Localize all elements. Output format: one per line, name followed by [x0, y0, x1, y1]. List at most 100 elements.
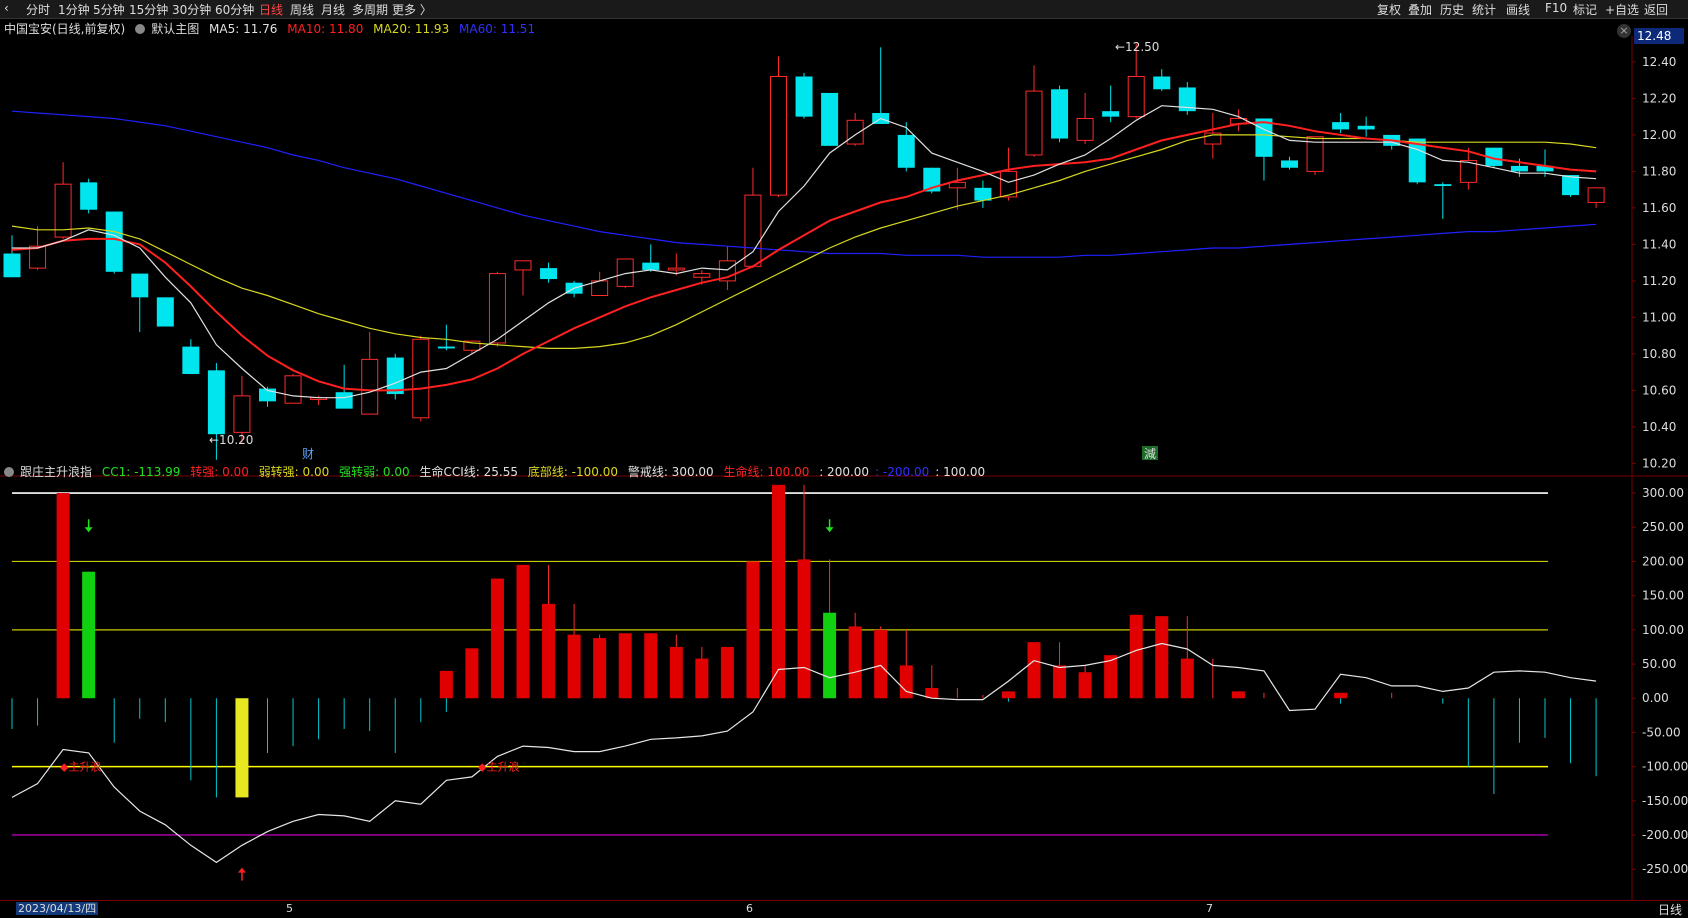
toolbar-right-item-0[interactable]: 复权 [1377, 1, 1401, 18]
ma20-label: MA20: 11.93 [373, 22, 450, 36]
indicator-header: 跟庄主升浪指 CC1: -113.99 转强: 0.00 弱转强: 0.00 强… [0, 463, 991, 479]
month-label-6: 6 [746, 902, 753, 915]
ind-tick-label: 200.00 [1642, 554, 1684, 568]
stock-title[interactable]: 中国宝安(日线,前复权) [4, 22, 125, 36]
toolbar-right-item-3[interactable]: 统计 [1472, 1, 1496, 18]
chevron-left-icon[interactable]: ‹ [4, 1, 9, 15]
candle-body [974, 187, 992, 201]
candle-body [1587, 187, 1605, 203]
signal-bar [797, 559, 811, 699]
signal-bar [1334, 692, 1348, 699]
ind-tick-label: 300.00 [1642, 486, 1684, 500]
signal-bar [567, 634, 581, 699]
low-annotation: ←10.20 [209, 433, 253, 447]
ind-tick-label: -100.00 [1642, 760, 1688, 774]
candle-body [846, 119, 864, 145]
toolbar-item-6[interactable]: 日线 [259, 1, 283, 18]
candle-body [80, 182, 98, 210]
ind-tick-label: 150.00 [1642, 589, 1684, 603]
toolbar-item-5[interactable]: 60分钟 [215, 1, 254, 18]
high-annotation: ←12.50 [1115, 40, 1159, 54]
y-tick-label: 10.20 [1642, 456, 1676, 470]
month-label-7: 7 [1206, 902, 1213, 915]
signal-bar [1155, 616, 1169, 699]
candle-body [795, 76, 813, 117]
toolbar-item-0[interactable]: 分时 [26, 1, 50, 18]
signal-bar [720, 646, 734, 699]
y-tick-label: 10.40 [1642, 420, 1676, 434]
template-label[interactable]: 默认主图 [151, 22, 199, 36]
period-toolbar: 分时 1分钟 5分钟 15分钟 30分钟 60分钟 日线 周线 月线 多周期 更多 〉 复权 叠加 历史统… [0, 0, 1688, 19]
y-tick-label: 11.00 [1642, 310, 1676, 324]
candle-body [105, 211, 123, 272]
candle-body [642, 262, 660, 270]
ma60-label: MA60: 11.51 [459, 22, 536, 36]
toolbar-item-4[interactable]: 30分钟 [172, 1, 211, 18]
toolbar-right-item-6[interactable]: 标记 [1573, 1, 1597, 18]
ind-tick-label: -250.00 [1642, 862, 1688, 876]
signal-bar [772, 484, 785, 699]
y-tick-label: 11.20 [1642, 274, 1676, 288]
ind-tick-label: 100.00 [1642, 623, 1684, 637]
ma5-label: MA5: 11.76 [209, 22, 278, 36]
candle-body [897, 134, 915, 168]
toolbar-right-item-4[interactable]: 画线 [1506, 1, 1530, 18]
down-arrow-head [825, 527, 834, 533]
candle-body [207, 370, 225, 435]
toolbar-item-3[interactable]: 15分钟 [129, 1, 168, 18]
ind-tick-label: 50.00 [1642, 657, 1676, 671]
signal-bar [82, 571, 96, 699]
signal-bar [465, 648, 479, 699]
signal-bar [899, 665, 913, 699]
signal-bar [644, 633, 658, 699]
candle-body [1127, 76, 1145, 118]
indicator-chart[interactable]: 300.00 250.00 200.00 150.00 100.00 50.00 0.00 -… [0, 478, 1688, 900]
toolbar-right-item-7[interactable]: +自选 [1605, 1, 1639, 18]
candlestick-chart[interactable]: 10.20 10.40 10.60 10.80 11.00 11.20 11.40 11.60… [0, 18, 1688, 478]
toolbar-item-9[interactable]: 多周期 [352, 1, 388, 18]
period-label[interactable]: 日线 [1658, 901, 1682, 918]
signal-bar [1078, 672, 1092, 699]
signal-bar [1231, 691, 1245, 699]
first-date-label: 2023/04/13/四 [16, 902, 99, 915]
ind-tick-label: -150.00 [1642, 794, 1688, 808]
signal-bar [618, 633, 632, 699]
cc1-label: CC1: -113.99 [101, 465, 181, 479]
signal-bar [695, 658, 709, 699]
settings-circle-icon[interactable] [135, 24, 146, 34]
candle-body [1332, 122, 1350, 130]
signal-bar [1180, 658, 1194, 699]
indicator-settings-icon[interactable] [4, 467, 14, 477]
indicator-name[interactable]: 跟庄主升浪指 [20, 465, 92, 479]
toolbar-item-8[interactable]: 月线 [321, 1, 345, 18]
signal-bar [874, 629, 888, 699]
toolbar-right-item-2[interactable]: 历史 [1440, 1, 1464, 18]
toolbar-right-item-1[interactable]: 叠加 [1408, 1, 1432, 18]
signal-bar [669, 646, 683, 699]
y-tick-label: 12.00 [1642, 128, 1676, 142]
toolbar-item-10[interactable]: 更多 〉 [392, 1, 432, 18]
toolbar-item-1[interactable]: 1分钟 [58, 1, 90, 18]
close-icon[interactable]: × [1617, 24, 1631, 38]
toolbar-right-item-5[interactable]: F10 [1545, 1, 1567, 15]
jjx-label: 警戒线: 300.00 [627, 465, 714, 479]
candle-body [131, 273, 149, 298]
toolbar-item-2[interactable]: 5分钟 [93, 1, 125, 18]
cai-tag: 财 [302, 447, 314, 461]
signal-bar [593, 638, 607, 699]
candle-body [361, 358, 379, 415]
candle-body [386, 357, 404, 395]
dbx-label: 底部线: -100.00 [527, 465, 618, 479]
candle-body [437, 346, 455, 349]
ind-tick-label: 0.00 [1642, 691, 1669, 705]
candle-body [1076, 117, 1094, 141]
signal-bar [516, 564, 530, 699]
toolbar-item-7[interactable]: 周线 [290, 1, 314, 18]
v100-label: : 100.00 [935, 465, 986, 479]
toolbar-right-item-8[interactable]: 返回 [1644, 1, 1668, 18]
y-tick-label: 12.20 [1642, 91, 1676, 105]
candle-body [29, 245, 47, 269]
candle-body [412, 338, 430, 419]
signal-bar [542, 603, 556, 699]
ma20-line [11, 134, 1597, 349]
